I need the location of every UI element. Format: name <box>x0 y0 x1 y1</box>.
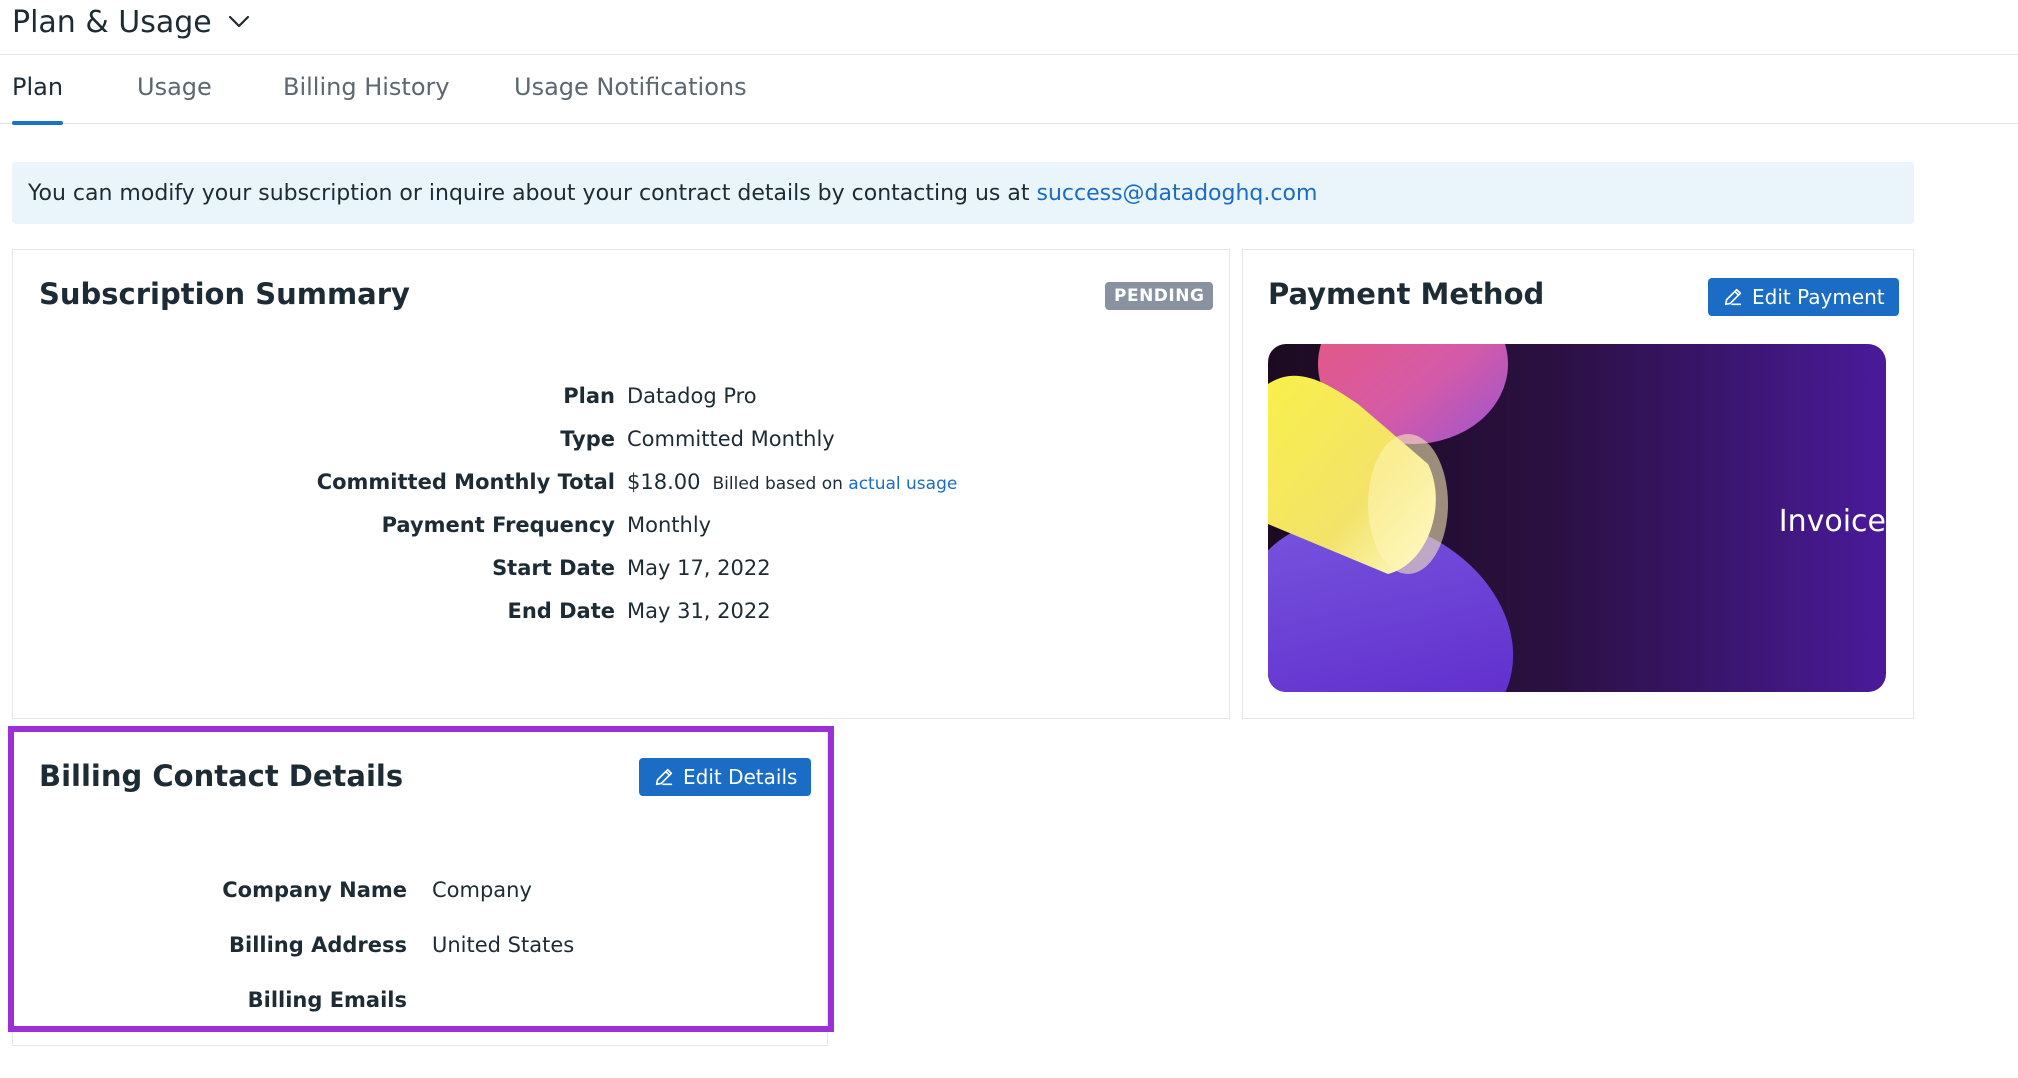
end-date-value: May 31, 2022 <box>627 599 771 623</box>
subscription-summary-title: Subscription Summary <box>39 277 410 311</box>
end-date-label: End Date <box>507 599 615 623</box>
chevron-down-icon <box>228 15 249 28</box>
plan-value: Datadog Pro <box>627 384 757 408</box>
highlight-box <box>8 726 834 1032</box>
actual-usage-link[interactable]: actual usage <box>848 474 957 494</box>
page-title: Plan & Usage <box>12 4 212 40</box>
edit-payment-label: Edit Payment <box>1752 285 1885 309</box>
payment-card-art: Invoice <box>1268 344 1886 692</box>
end-date-row: End Date May 31, 2022 <box>300 599 771 623</box>
tab-usage[interactable]: Usage <box>137 73 212 123</box>
edit-payment-button[interactable]: Edit Payment <box>1708 278 1899 316</box>
tab-plan[interactable]: Plan <box>12 73 64 125</box>
start-date-label: Start Date <box>492 556 615 580</box>
plan-usage-page: Plan & Usage Plan Usage Billing History … <box>0 0 2018 1078</box>
pencil-icon <box>1724 288 1742 306</box>
plan-label: Plan <box>563 384 615 408</box>
tab-bar: Plan Usage Billing History Usage Notific… <box>0 55 2018 125</box>
page-header: Plan & Usage <box>0 0 2018 55</box>
payment-frequency-value: Monthly <box>627 513 712 537</box>
tab-usage-notifications[interactable]: Usage Notifications <box>514 73 747 123</box>
plan-usage-dropdown[interactable]: Plan & Usage <box>12 2 250 42</box>
status-badge: PENDING <box>1105 282 1214 310</box>
committed-monthly-total-row: Committed Monthly Total $18.00 Billed ba… <box>300 470 958 494</box>
payment-frequency-label: Payment Frequency <box>381 513 615 537</box>
payment-frequency-row: Payment Frequency Monthly <box>300 513 711 537</box>
banner-text: You can modify your subscription or inqu… <box>28 180 1030 206</box>
payment-method-title: Payment Method <box>1268 277 1545 311</box>
billing-note-text: Billed based on <box>712 474 843 494</box>
support-email-link[interactable]: success@datadoghq.com <box>1036 181 1317 206</box>
type-value: Committed Monthly <box>627 427 835 451</box>
billing-note: Billed based on actual usage <box>712 474 957 494</box>
start-date-value: May 17, 2022 <box>627 556 771 580</box>
committed-monthly-total-value: $18.00 <box>627 470 701 494</box>
start-date-row: Start Date May 17, 2022 <box>300 556 771 580</box>
plan-row: Plan Datadog Pro <box>300 384 757 408</box>
committed-monthly-total-label: Committed Monthly Total <box>316 470 615 494</box>
info-banner: You can modify your subscription or inqu… <box>12 162 1914 224</box>
type-row: Type Committed Monthly <box>300 427 835 451</box>
type-label: Type <box>560 427 615 451</box>
payment-card-label: Invoice <box>1778 504 1886 539</box>
tab-billing-history[interactable]: Billing History <box>283 73 450 123</box>
